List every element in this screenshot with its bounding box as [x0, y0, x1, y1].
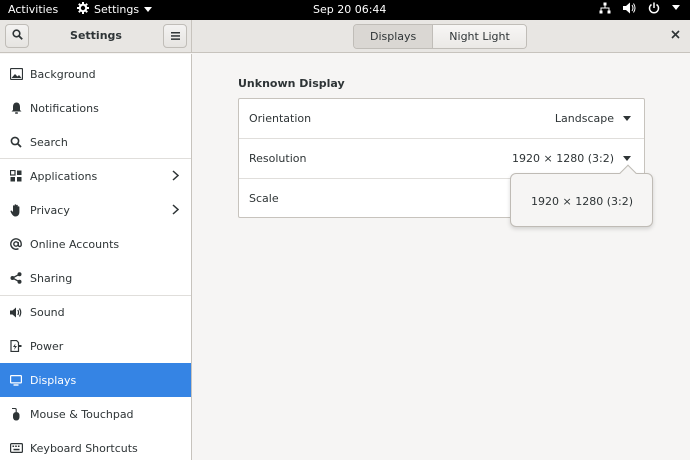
- mouse-icon: [9, 407, 23, 421]
- app-menu-label: Settings: [94, 3, 140, 16]
- at-sign-icon: [9, 237, 23, 251]
- orientation-value: Landscape: [554, 112, 614, 125]
- display-name-heading: Unknown Display: [238, 77, 345, 90]
- activities-button[interactable]: Activities: [8, 3, 58, 16]
- sidebar-item-label: Background: [30, 67, 96, 81]
- sidebar-item-sound[interactable]: Sound: [0, 295, 191, 329]
- dropdown-arrow-icon: [623, 116, 631, 121]
- resolution-popover: 1920 × 1280 (3:2): [510, 164, 653, 227]
- sidebar-item-label: Applications: [30, 169, 98, 183]
- dropdown-arrow-icon: [623, 156, 631, 161]
- power-plug-icon: [9, 339, 23, 353]
- volume-icon: [623, 2, 636, 14]
- close-icon: [671, 29, 680, 42]
- sidebar-item-label: Notifications: [30, 101, 99, 115]
- sidebar-item-notifications[interactable]: Notifications: [0, 91, 191, 125]
- sidebar-item-label: Keyboard Shortcuts: [30, 441, 138, 455]
- system-tray[interactable]: [599, 2, 680, 14]
- scale-label: Scale: [249, 192, 279, 205]
- clock[interactable]: Sep 20 06:44: [313, 3, 386, 16]
- close-button[interactable]: [671, 29, 680, 42]
- gear-icon: [77, 2, 89, 17]
- sidebar-item-label: Power: [30, 339, 64, 353]
- sidebar-item-applications[interactable]: Applications: [0, 159, 191, 193]
- sidebar-item-privacy[interactable]: Privacy: [0, 193, 191, 227]
- sidebar-item-label: Mouse & Touchpad: [30, 407, 134, 421]
- sidebar-item-mouse-touchpad[interactable]: Mouse & Touchpad: [0, 397, 191, 431]
- resolution-value: 1920 × 1280 (3:2): [512, 152, 614, 165]
- resolution-option[interactable]: 1920 × 1280 (3:2): [531, 195, 633, 208]
- keyboard-icon: [9, 441, 23, 455]
- speaker-icon: [9, 305, 23, 319]
- tab-displays[interactable]: Displays: [354, 25, 433, 48]
- chevron-right-icon: [172, 204, 180, 218]
- orientation-label: Orientation: [249, 112, 312, 125]
- view-switcher: Displays Night Light: [353, 24, 527, 49]
- sidebar-item-online-accounts[interactable]: Online Accounts: [0, 227, 191, 261]
- sidebar-item-label: Privacy: [30, 203, 70, 217]
- monitor-icon: [9, 373, 23, 387]
- sidebar-item-label: Online Accounts: [30, 237, 120, 251]
- caret-down-icon: [672, 5, 680, 11]
- search-icon: [9, 135, 23, 149]
- tab-night-light[interactable]: Night Light: [432, 25, 526, 48]
- sidebar-item-sharing[interactable]: Sharing: [0, 261, 191, 295]
- sidebar-item-keyboard-shortcuts[interactable]: Keyboard Shortcuts: [0, 431, 191, 460]
- resolution-label: Resolution: [249, 152, 307, 165]
- resolution-row[interactable]: Resolution 1920 × 1280 (3:2): [239, 138, 644, 177]
- top-bar: Activities Settings Sep 20 06:44: [0, 0, 690, 20]
- share-icon: [9, 271, 23, 285]
- sidebar-item-label: Displays: [30, 373, 77, 387]
- sidebar-item-label: Search: [30, 135, 68, 149]
- sidebar-item-label: Sharing: [30, 271, 73, 285]
- background-icon: [9, 67, 23, 81]
- menu-button[interactable]: [163, 24, 187, 48]
- sidebar-item-displays[interactable]: Displays: [0, 363, 191, 397]
- sidebar-item-search[interactable]: Search: [0, 125, 191, 159]
- sidebar-item-power[interactable]: Power: [0, 329, 191, 363]
- applications-grid-icon: [9, 169, 23, 183]
- network-icon: [599, 2, 611, 14]
- chevron-right-icon: [172, 170, 180, 184]
- hand-icon: [9, 203, 23, 217]
- sidebar-header: Settings: [0, 20, 192, 53]
- hamburger-icon: [170, 30, 180, 43]
- bell-icon: [9, 101, 23, 115]
- orientation-row[interactable]: Orientation Landscape: [239, 99, 644, 138]
- sidebar: Background Notifications Search Applicat…: [0, 54, 192, 460]
- sidebar-item-background[interactable]: Background: [0, 57, 191, 91]
- app-menu[interactable]: Settings: [77, 2, 153, 17]
- power-icon: [648, 2, 660, 14]
- header-bar: Settings Displays Night Light: [0, 20, 690, 53]
- caret-down-icon: [144, 3, 153, 16]
- sidebar-item-label: Sound: [30, 305, 65, 319]
